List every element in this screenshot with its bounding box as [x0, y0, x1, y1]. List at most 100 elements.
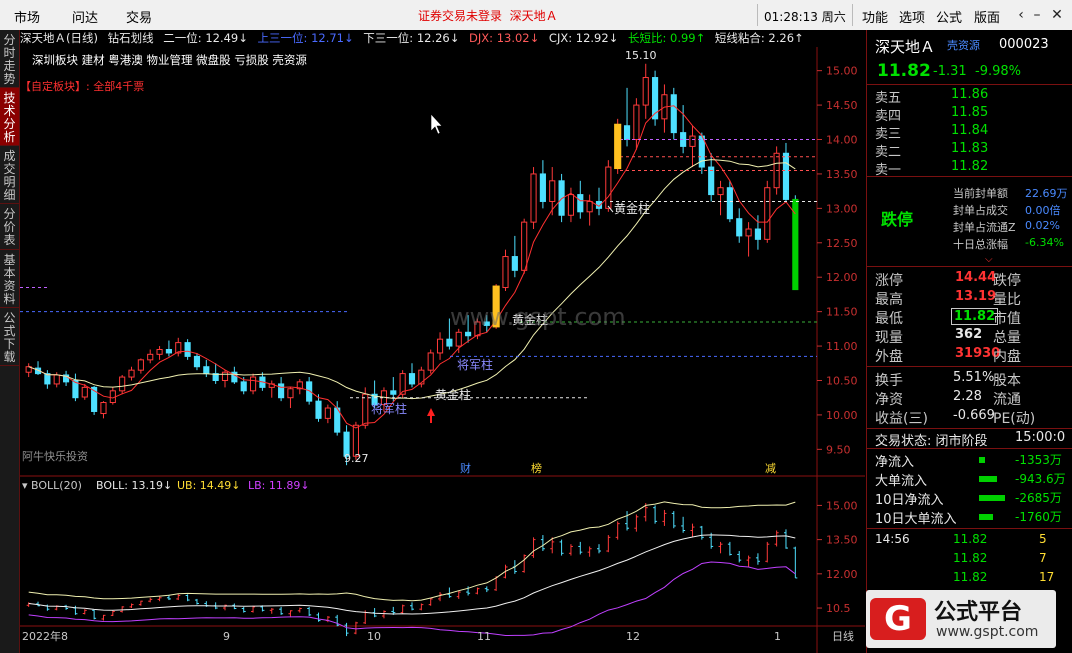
- price-change-pct: -9.98%: [975, 64, 1021, 79]
- candle-body: [427, 352, 434, 371]
- stock-name: 深天地Ａ: [875, 38, 936, 56]
- ask-level-price: 11.83: [951, 141, 989, 156]
- menu-layout[interactable]: 版面: [974, 7, 1000, 26]
- candle-body: [315, 400, 322, 419]
- flow-label: 10日大单流入: [875, 512, 957, 527]
- divider: [867, 528, 1072, 529]
- divider: [867, 84, 1072, 85]
- indicator-header: 深天地Ａ(日线) 钻石划线 二一位: 12.49↓ 上三一位: 12.71↓ 下…: [20, 30, 820, 47]
- side-tabs: 分时走势 技术分析 成交明细 分价表 基本资料 公式下载: [0, 30, 20, 653]
- quote-label: 现量: [875, 330, 903, 346]
- menu-market[interactable]: 市场: [14, 7, 40, 26]
- candle-body: [736, 218, 743, 237]
- flow-value: -1760万: [1015, 510, 1062, 524]
- seal-value: 0.02%: [1025, 219, 1060, 232]
- close-icon[interactable]: ✕: [1046, 5, 1068, 25]
- menu-wenda[interactable]: 问达: [72, 7, 98, 26]
- seal-value: 0.00倍: [1025, 204, 1061, 217]
- boll-bars: [26, 503, 798, 637]
- ask-level-price: 11.85: [951, 105, 989, 120]
- date-tick: 12: [626, 630, 640, 643]
- price-grid: 15.00 14.50 14.00 13.50 13.00 12.50 12.00 11.50…: [817, 65, 858, 456]
- menu-formula[interactable]: 公式: [936, 7, 962, 26]
- candles: [25, 63, 799, 466]
- custom-block[interactable]: 【自定板块】: 全部4千票: [20, 78, 144, 94]
- collapse-icon[interactable]: ⌵: [985, 254, 993, 265]
- stock-tag[interactable]: 壳资源: [947, 37, 980, 53]
- author-label: 阿牛快乐投资: [22, 449, 88, 463]
- concept-tags: 深圳板块 建材 粤港澳 物业管理 微盘股 亏损股 壳资源: [32, 53, 307, 67]
- kline-chart[interactable]: 15.00 14.50 14.00 13.50 13.00 12.50 12.00 11.50…: [20, 30, 865, 653]
- stat-label: 流通: [993, 392, 1021, 408]
- quote-panel: 深天地Ａ 壳资源 000023 11.82 -1.31 -9.98% 卖五 11.…: [866, 30, 1072, 653]
- quote-value: 11.82: [951, 308, 999, 325]
- candle-body: [137, 359, 144, 371]
- event-marker[interactable]: 榜: [531, 461, 542, 475]
- candle-body: [362, 393, 369, 426]
- boll-mid-value: BOLL: 13.19↓: [96, 479, 172, 492]
- price-tick: 13.50: [826, 168, 858, 181]
- divider: [867, 428, 1072, 429]
- tab-intraday[interactable]: 分时走势: [0, 30, 19, 88]
- candle-body: [502, 256, 509, 289]
- candle-body: [539, 173, 546, 202]
- title-stock: 深天地Ａ: [509, 9, 558, 23]
- candle-body: [586, 200, 593, 213]
- seal-value: 22.69万: [1025, 187, 1068, 200]
- candle-body: [249, 376, 257, 392]
- ask-level-price: 11.86: [951, 87, 989, 102]
- candle-body: [633, 104, 640, 141]
- gold-pillar-label: 黄金柱: [614, 201, 650, 216]
- quote-label: 量比: [993, 292, 1021, 308]
- drawing-tool[interactable]: 钻石划线: [108, 31, 154, 45]
- arrow-up-icon: [427, 408, 435, 423]
- last-price: 11.82: [877, 61, 931, 81]
- chart-title[interactable]: 深天地Ａ(日线): [20, 31, 98, 45]
- date-tick: 11: [477, 630, 491, 643]
- candle-body: [408, 373, 416, 385]
- event-marker[interactable]: 财: [460, 461, 471, 475]
- candle-body: [165, 349, 172, 354]
- tab-trades[interactable]: 成交明细: [0, 146, 19, 204]
- candle-body: [577, 194, 584, 213]
- trade-time: 15:00:0: [1015, 430, 1066, 445]
- stat-label: PE(动): [993, 411, 1036, 427]
- tab-profile[interactable]: 基本资料: [0, 250, 19, 308]
- menu-trade[interactable]: 交易: [126, 7, 152, 26]
- indicator-value: CJX: 12.92↓: [548, 31, 619, 45]
- tab-price-table[interactable]: 分价表: [0, 204, 19, 250]
- period-label[interactable]: 日线: [832, 629, 854, 643]
- stat-label: 收益(三): [875, 411, 928, 427]
- tick-price: 11.82: [953, 551, 988, 565]
- candle-body: [203, 366, 210, 375]
- date-axis: 2022年8 9 10 11 12 1 日线: [22, 629, 854, 643]
- menu-function[interactable]: 功能: [862, 7, 888, 26]
- date-tick: 10: [367, 630, 381, 643]
- menu-options[interactable]: 选项: [899, 7, 925, 26]
- candle-body: [623, 125, 631, 141]
- candle-body: [511, 256, 518, 271]
- indicator-value: 短线粘合: 2.26↑: [714, 31, 804, 45]
- boll-mid-line: [28, 534, 796, 615]
- price-tick: 14.50: [826, 99, 858, 112]
- tab-formula-download[interactable]: 公式下载: [0, 308, 19, 366]
- tab-technical[interactable]: 技术分析: [0, 88, 19, 146]
- boll-lb-line: [28, 561, 796, 637]
- general-pillar-label: 将军柱: [371, 401, 407, 416]
- tick-volume: 7: [1039, 551, 1047, 565]
- stat-label: 净资: [875, 392, 903, 408]
- tick-price: 11.82: [953, 532, 988, 546]
- flow-bar: [979, 476, 997, 482]
- event-marker[interactable]: 减: [765, 462, 776, 475]
- minimize-icon[interactable]: –: [1026, 5, 1048, 25]
- stat-label: 换手: [875, 373, 903, 389]
- candle-body: [782, 152, 790, 200]
- quote-value: 362: [955, 327, 983, 342]
- logo-title: 公式平台: [934, 600, 1023, 625]
- divider: [757, 4, 758, 26]
- logo-icon: G: [870, 598, 926, 640]
- candle-body: [128, 369, 135, 378]
- ask-level-label: 卖二: [875, 145, 902, 160]
- flow-value: -2685万: [1015, 491, 1062, 505]
- candle-body: [147, 353, 154, 361]
